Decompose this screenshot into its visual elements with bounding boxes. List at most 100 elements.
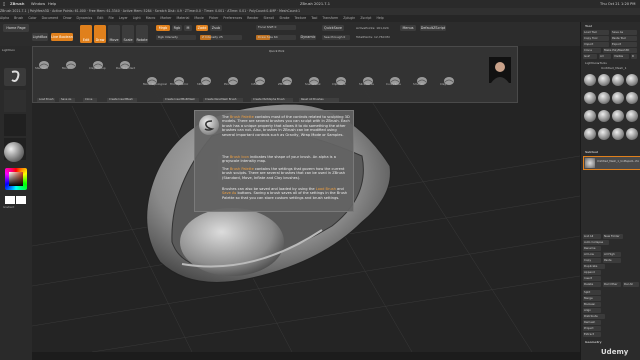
- stroke-thumb[interactable]: [4, 90, 26, 112]
- split-button[interactable]: Split: [583, 290, 601, 295]
- brush-thumb-hpolish[interactable]: [199, 71, 213, 85]
- standard-brush-thumb[interactable]: [4, 68, 26, 86]
- tool-thumbnail[interactable]: [626, 128, 638, 140]
- rename-button[interactable]: Rename: [583, 246, 601, 251]
- import-button[interactable]: Import: [583, 42, 609, 47]
- menu-item-tool[interactable]: Tool: [311, 16, 317, 20]
- menu-item-render[interactable]: Render: [247, 16, 258, 20]
- scale-button[interactable]: Scale: [122, 25, 134, 43]
- tool-save-as-button[interactable]: Save As: [611, 30, 637, 35]
- goz-visible-button[interactable]: Visible: [613, 54, 629, 59]
- brush-thumb-snakehook[interactable]: [307, 71, 321, 85]
- color-picker[interactable]: [5, 168, 27, 190]
- menu-item-brush[interactable]: Brush: [14, 16, 23, 20]
- m-button[interactable]: M: [184, 25, 192, 31]
- menu-item-preferences[interactable]: Preferences: [223, 16, 242, 20]
- geometry-section[interactable]: Geometry: [585, 340, 602, 344]
- menu-item-color[interactable]: Color: [28, 16, 36, 20]
- brush-thumb-standard[interactable]: [37, 55, 51, 69]
- tool-thumbnail[interactable]: [598, 74, 610, 86]
- del-all-button[interactable]: Del All: [623, 282, 639, 287]
- main-color-swatch[interactable]: [5, 196, 15, 204]
- mac-app-name[interactable]: ZBrush: [10, 0, 24, 8]
- brush-thumb-move-topological[interactable]: [145, 71, 159, 85]
- focal-shift-slider[interactable]: Focal Shift 0: [256, 25, 296, 30]
- tool-thumbnail[interactable]: [598, 128, 610, 140]
- tool-thumbnail[interactable]: [626, 110, 638, 122]
- secondary-color-swatch[interactable]: [16, 196, 26, 204]
- create-nanomesh-brush-button[interactable]: Create NanoMesh Brush: [203, 98, 243, 102]
- list-all-button[interactable]: List All: [583, 234, 601, 239]
- draw-size-slider[interactable]: Draw Size 64: [256, 35, 296, 40]
- distribute-button[interactable]: Distribute: [583, 314, 605, 319]
- menu-item-macro[interactable]: Macro: [146, 16, 156, 20]
- clone-tool-button[interactable]: Clone: [583, 48, 601, 53]
- brush-thumb-inflate[interactable]: [253, 71, 267, 85]
- create-insertmesh-button[interactable]: Create InsertMesh: [107, 98, 137, 102]
- z-intensity-slider[interactable]: Z Intensity 25: [200, 35, 242, 40]
- menu-item-layer[interactable]: Layer: [119, 16, 128, 20]
- tool-thumbnail[interactable]: [584, 128, 596, 140]
- brush-thumb-slicecurve[interactable]: [361, 71, 375, 85]
- goz-button[interactable]: GoZ: [583, 54, 597, 59]
- reset-all-brushes-button[interactable]: Reset All Brushes: [299, 98, 339, 102]
- menu-item-file[interactable]: File: [108, 16, 113, 20]
- tool-thumbnail[interactable]: [584, 74, 596, 86]
- rgb-intensity-slider[interactable]: Rgb Intensity: [156, 35, 196, 40]
- new-folder-button[interactable]: New Folder: [603, 234, 623, 239]
- brush-thumb-curvetube[interactable]: [388, 71, 402, 85]
- menu-item-texture[interactable]: Texture: [295, 16, 307, 20]
- gradient-toggle[interactable]: Gradient: [3, 206, 14, 209]
- export-button[interactable]: Export: [611, 42, 637, 47]
- tool-thumbnail[interactable]: [626, 92, 638, 104]
- menu-item-material[interactable]: Material: [176, 16, 189, 20]
- edit-button[interactable]: Edit: [80, 25, 92, 43]
- menu-item-dynamics[interactable]: Dynamics: [77, 16, 93, 20]
- menu-item-stroke[interactable]: Stroke: [279, 16, 289, 20]
- matcap-sphere[interactable]: [4, 142, 24, 162]
- paste-tool-button[interactable]: Paste Tool: [611, 36, 637, 41]
- tool-thumbnail[interactable]: [626, 74, 638, 86]
- brush-thumb-trimdynamic[interactable]: [172, 71, 186, 85]
- tool-thumbnail[interactable]: [598, 92, 610, 104]
- append-button[interactable]: Append: [583, 270, 601, 275]
- mac-menu-window[interactable]: Window: [31, 0, 45, 8]
- default-zscript-button[interactable]: DefaultZScript: [420, 25, 446, 31]
- brush-thumb-damstandard[interactable]: [118, 55, 132, 69]
- auto-collapse-button[interactable]: Auto Collapse: [583, 240, 609, 245]
- zsub-button[interactable]: Zsub: [210, 25, 222, 31]
- make-polymesh-button[interactable]: Make PolyMesh3D: [603, 48, 637, 53]
- create-insertmultimesh-button[interactable]: Create InsertMultiMesh: [163, 98, 199, 102]
- copy-subtool-button[interactable]: Copy: [583, 258, 601, 263]
- brush-thumb-claybuildup[interactable]: [91, 55, 105, 69]
- create-multialpha-brush-button[interactable]: Create MultiAlpha Brush: [251, 98, 293, 102]
- menu-item-document[interactable]: Document: [42, 16, 59, 20]
- brush-thumb-smooth[interactable]: [415, 71, 429, 85]
- mrgb-button[interactable]: Mrgb: [156, 25, 170, 31]
- subtool-row-selected[interactable]: Unititled_Mesh_1_UvMapsCL..PolyM...: [583, 156, 640, 170]
- goz-r-button[interactable]: R: [631, 54, 637, 59]
- load-brush-button[interactable]: Load Brush: [37, 98, 55, 102]
- lightbox-button[interactable]: LightBox: [32, 33, 48, 41]
- clone-brush-button[interactable]: Clone: [83, 98, 97, 102]
- menu-item-zplugin[interactable]: Zplugin: [343, 16, 355, 20]
- tool-thumbnail[interactable]: [612, 92, 624, 104]
- extract-button[interactable]: Extract: [583, 332, 601, 337]
- move-button[interactable]: Move: [108, 25, 120, 43]
- tool-thumbnail[interactable]: [598, 110, 610, 122]
- copy-tool-button[interactable]: Copy Tool: [583, 36, 609, 41]
- insert-button[interactable]: Insert: [583, 276, 601, 281]
- tool-thumbnail[interactable]: [612, 110, 624, 122]
- draw-button[interactable]: Draw: [94, 25, 106, 43]
- quick-save-button[interactable]: QuickSave: [322, 25, 344, 31]
- boolean-button[interactable]: Boolean: [583, 302, 601, 307]
- home-page-button[interactable]: Home Page: [3, 24, 29, 32]
- mac-menu-help[interactable]: Help: [48, 0, 56, 8]
- delete-button[interactable]: Delete: [583, 282, 601, 287]
- goz-all-button[interactable]: All: [599, 54, 611, 59]
- tool-thumbnail[interactable]: [612, 128, 624, 140]
- duplicate-button[interactable]: Duplicate: [583, 264, 605, 269]
- paste-subtool-button[interactable]: Paste: [603, 258, 621, 263]
- menu-item-marker[interactable]: Marker: [160, 16, 171, 20]
- see-through-slider[interactable]: See-through 0: [322, 35, 350, 40]
